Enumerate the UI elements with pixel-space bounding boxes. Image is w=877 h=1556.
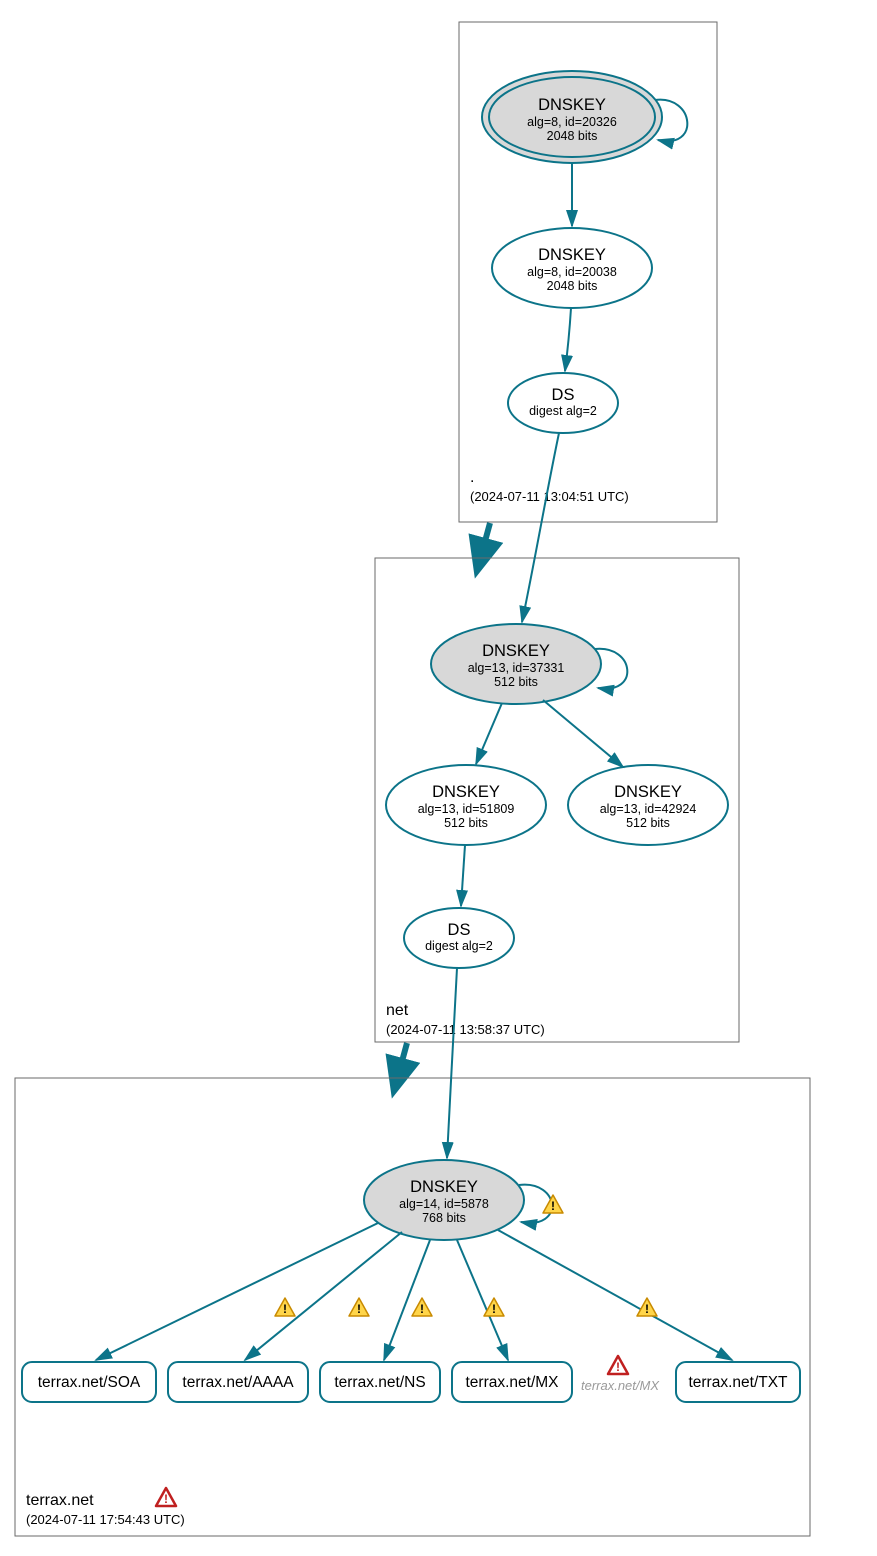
edge-net-ksk-zskA [476,703,502,764]
warning-icon: ! [349,1298,369,1316]
warning-icon: ! [484,1298,504,1316]
zone-net: net (2024-07-11 13:58:37 UTC) DNSKEY alg… [375,433,739,1042]
warning-icon: ! [543,1195,563,1213]
node-net-zskA: DNSKEY alg=13, id=51809 512 bits [386,765,546,845]
svg-text:DS: DS [448,921,471,939]
svg-text:512 bits: 512 bits [626,816,670,830]
zone-terrax-timestamp: (2024-07-11 17:54:43 UTC) [26,1512,185,1527]
svg-text:terrax.net/TXT: terrax.net/TXT [688,1374,788,1391]
svg-text:DNSKEY: DNSKEY [614,783,682,801]
svg-text:digest alg=2: digest alg=2 [529,404,597,418]
svg-text:DS: DS [552,386,575,404]
svg-text:DNSKEY: DNSKEY [538,246,606,264]
edge-net-zskA-ds [461,845,465,906]
node-net-ds: DS digest alg=2 [404,908,514,968]
edge-ksk-aaaa [245,1232,402,1360]
node-rr-mx: terrax.net/MX [452,1362,572,1402]
svg-text:!: ! [420,1302,424,1316]
dnssec-graph: . (2024-07-11 13:04:51 UTC) DNSKEY alg=8… [0,0,877,1556]
zone-root: . (2024-07-11 13:04:51 UTC) DNSKEY alg=8… [459,22,717,522]
svg-text:2048 bits: 2048 bits [547,129,598,143]
svg-text:digest alg=2: digest alg=2 [425,939,493,953]
edge-ksk-mx [457,1240,508,1360]
node-rr-aaaa: terrax.net/AAAA [168,1362,308,1402]
zone-root-name: . [470,469,474,486]
warning-icon: ! [412,1298,432,1316]
svg-text:!: ! [616,1360,620,1374]
edge-net-ds-to-terrax-ksk [447,968,457,1158]
edge-root-zsk-ds [565,308,571,371]
svg-text:terrax.net/AAAA: terrax.net/AAAA [182,1374,294,1391]
zone-net-name: net [386,1002,409,1019]
warning-icon: ! [637,1298,657,1316]
svg-text:512 bits: 512 bits [444,816,488,830]
svg-text:2048 bits: 2048 bits [547,279,598,293]
svg-text:terrax.net/NS: terrax.net/NS [334,1374,425,1391]
node-net-zskB: DNSKEY alg=13, id=42924 512 bits [568,765,728,845]
svg-text:!: ! [283,1302,287,1316]
node-terrax-ksk: DNSKEY alg=14, id=5878 768 bits [364,1160,524,1240]
svg-text:terrax.net/MX: terrax.net/MX [581,1378,660,1393]
node-root-ds: DS digest alg=2 [508,373,618,433]
node-rr-soa: terrax.net/SOA [22,1362,156,1402]
zone-terrax-name: terrax.net [26,1492,94,1509]
edge-zone-net-to-terrax [395,1043,407,1087]
zone-root-timestamp: (2024-07-11 13:04:51 UTC) [470,489,629,504]
edge-net-ksk-zskB [543,700,623,767]
node-root-zsk: DNSKEY alg=8, id=20038 2048 bits [492,228,652,308]
edge-zone-root-to-net [478,523,490,567]
svg-text:!: ! [357,1302,361,1316]
svg-text:512 bits: 512 bits [494,675,538,689]
svg-text:alg=14, id=5878: alg=14, id=5878 [399,1197,489,1211]
svg-text:alg=13, id=37331: alg=13, id=37331 [468,661,565,675]
node-rr-mx-ghost: terrax.net/MX ! [581,1356,660,1393]
svg-text:!: ! [492,1302,496,1316]
svg-text:alg=13, id=42924: alg=13, id=42924 [600,802,697,816]
svg-text:DNSKEY: DNSKEY [538,96,606,114]
svg-text:alg=8, id=20038: alg=8, id=20038 [527,265,617,279]
zone-net-timestamp: (2024-07-11 13:58:37 UTC) [386,1022,545,1037]
svg-text:!: ! [645,1302,649,1316]
error-icon: ! [608,1356,628,1374]
edge-ksk-txt [498,1230,732,1360]
svg-text:terrax.net/SOA: terrax.net/SOA [38,1374,141,1391]
svg-text:DNSKEY: DNSKEY [432,783,500,801]
svg-text:!: ! [164,1492,168,1506]
warning-icon: ! [275,1298,295,1316]
error-icon: ! [156,1488,176,1506]
svg-text:DNSKEY: DNSKEY [482,642,550,660]
edge-ksk-soa [96,1223,378,1360]
zone-terrax: terrax.net (2024-07-11 17:54:43 UTC) ! D… [15,968,810,1536]
svg-text:!: ! [551,1199,555,1213]
svg-text:768 bits: 768 bits [422,1211,466,1225]
svg-text:alg=8, id=20326: alg=8, id=20326 [527,115,617,129]
node-root-ksk: DNSKEY alg=8, id=20326 2048 bits [482,71,662,163]
svg-text:DNSKEY: DNSKEY [410,1178,478,1196]
edge-root-ds-to-net-ksk [522,433,559,622]
node-net-ksk: DNSKEY alg=13, id=37331 512 bits [431,624,601,704]
node-rr-txt: terrax.net/TXT [676,1362,800,1402]
svg-text:terrax.net/MX: terrax.net/MX [465,1374,559,1391]
svg-text:alg=13, id=51809: alg=13, id=51809 [418,802,515,816]
node-rr-ns: terrax.net/NS [320,1362,440,1402]
